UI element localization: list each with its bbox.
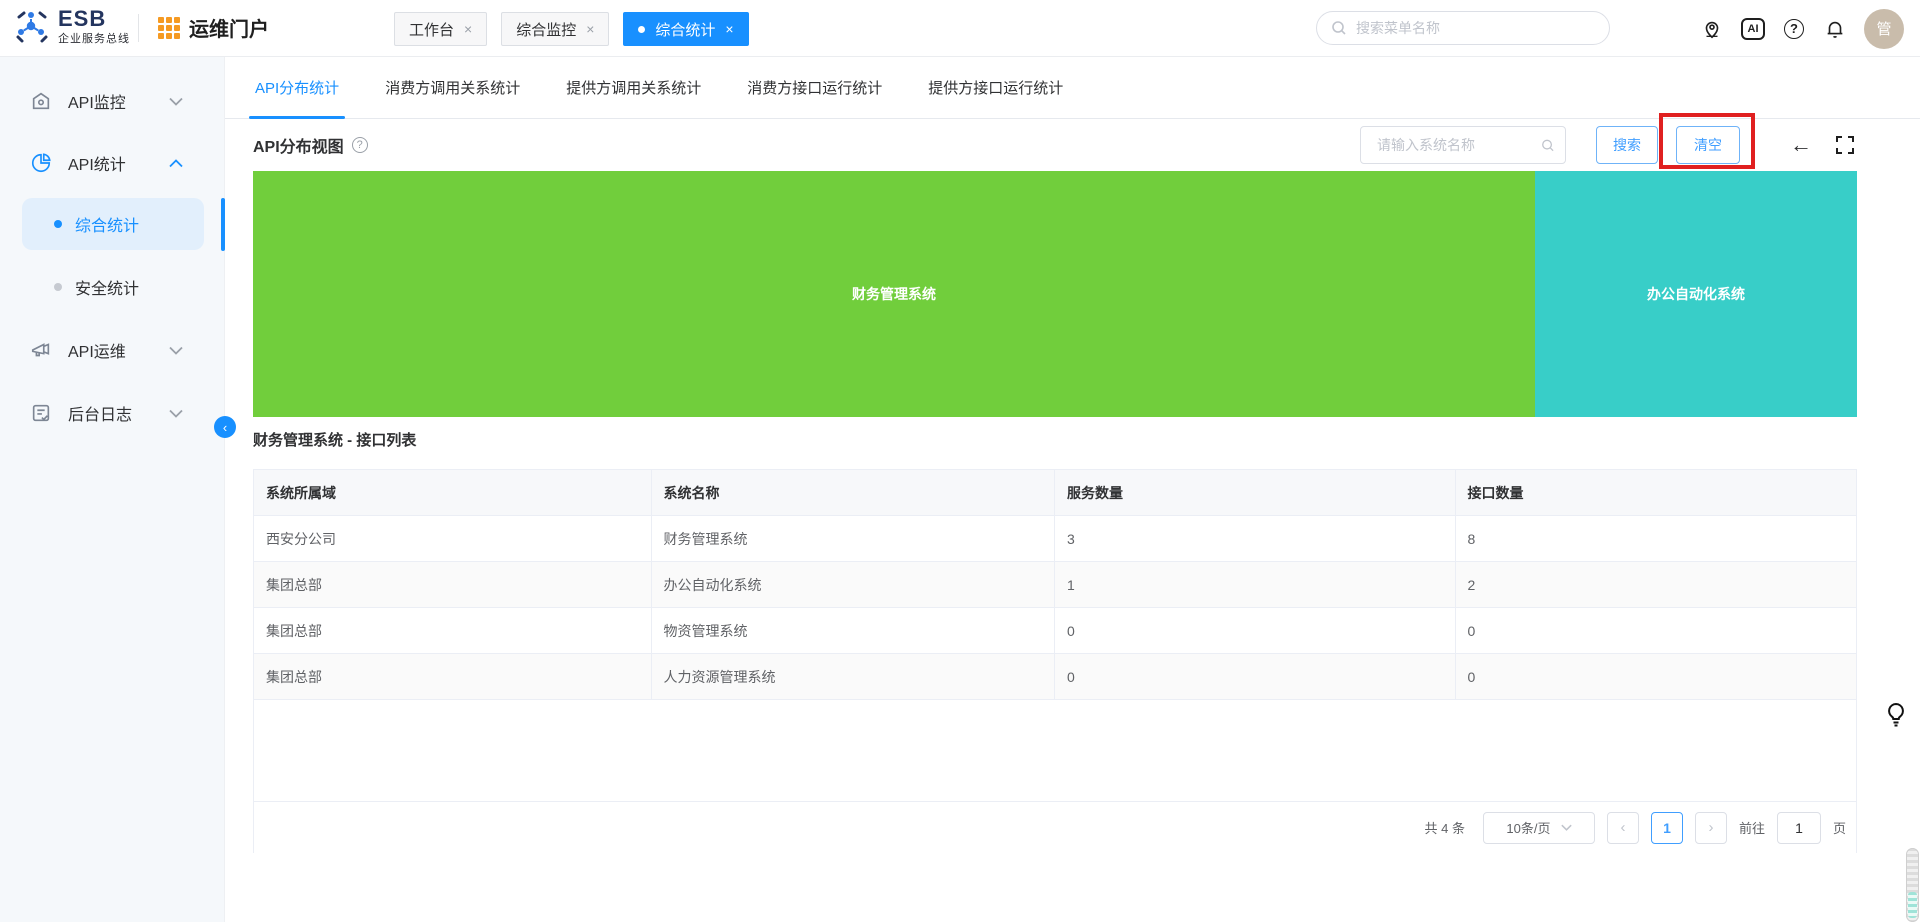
active-dot <box>638 25 646 33</box>
monitor-icon <box>30 90 52 112</box>
table-row[interactable]: 集团总部 物资管理系统 0 0 <box>254 608 1856 654</box>
menu-search-input[interactable] <box>1354 19 1595 37</box>
brand-subtitle: 企业服务总线 <box>58 33 130 45</box>
search-icon <box>1332 21 1346 35</box>
panel-title: API分布视图 ? <box>253 133 368 157</box>
prev-page-button[interactable]: ‹ <box>1606 811 1639 844</box>
tab-consumer-interface-run[interactable]: 消费方接口运行统计 <box>747 57 882 119</box>
sidebar-item-api-statistics[interactable]: API统计 <box>0 141 225 185</box>
log-icon <box>30 402 52 424</box>
main-content: API分布统计 消费方调用关系统计 提供方调用关系统计 消费方接口运行统计 提供… <box>225 57 1920 922</box>
page-unit-label: 页 <box>1832 821 1846 836</box>
lightbulb-icon[interactable] <box>1884 701 1908 729</box>
top-header: ESB 企业服务总线 运维门户 工作台 × 综合监控 × 综合统计 × 搜索菜单… <box>0 0 1920 57</box>
menu-search-box[interactable] <box>1316 11 1610 45</box>
tab-consumer-call-relation[interactable]: 消费方调用关系统计 <box>385 57 520 119</box>
close-icon[interactable]: × <box>586 21 594 37</box>
goto-label: 前往 <box>1738 821 1765 836</box>
panel-header: API分布视图 ? 搜索 清空 ← <box>225 113 1920 171</box>
active-dot <box>54 220 62 228</box>
avatar[interactable]: 管 <box>1864 8 1904 49</box>
page-number-button[interactable]: 1 <box>1650 811 1683 844</box>
header-action-icons: AI ? 管 <box>1700 0 1904 57</box>
header-divider <box>138 14 139 42</box>
table-row[interactable]: 集团总部 人力资源管理系统 0 0 <box>254 654 1856 700</box>
brand-name: ESB <box>58 6 107 31</box>
sidebar-item-backend-logs[interactable]: 后台日志 <box>0 391 225 435</box>
table-empty-area <box>254 700 1856 802</box>
tab-provider-interface-run[interactable]: 提供方接口运行统计 <box>928 57 1063 119</box>
help-icon[interactable]: ? <box>1782 17 1806 41</box>
pie-icon <box>30 152 52 174</box>
column-header-interface-count: 接口数量 <box>1467 484 1524 501</box>
ops-icon <box>30 339 52 361</box>
treemap-block-office-automation[interactable]: 办公自动化系统 <box>1535 171 1857 417</box>
back-arrow-icon[interactable]: ← <box>1787 131 1815 159</box>
statistics-tabs: API分布统计 消费方调用关系统计 提供方调用关系统计 消费方接口运行统计 提供… <box>225 57 1920 119</box>
pagination-total: 共 4 条 <box>1424 821 1465 836</box>
chevron-down-icon <box>169 97 183 106</box>
column-header-system-name: 系统名称 <box>652 470 1055 515</box>
sidebar-item-api-ops[interactable]: API运维 <box>0 328 225 372</box>
window-tab-monitoring[interactable]: 综合监控 × <box>501 12 610 46</box>
esb-network-icon <box>14 9 50 45</box>
close-icon[interactable]: × <box>725 21 733 37</box>
system-name-search-box[interactable] <box>1360 126 1566 164</box>
fullscreen-icon[interactable] <box>1833 133 1857 157</box>
close-icon[interactable]: × <box>464 21 472 37</box>
search-button[interactable]: 搜索 <box>1596 126 1658 164</box>
goto-page-input[interactable] <box>1776 811 1821 844</box>
table-header-row: 系统所属域 系统名称 服务数量 接口数量 <box>254 470 1856 516</box>
chevron-down-icon <box>169 346 183 355</box>
pagination-bar: 共 4 条 10条/页 ‹ 1 › 前往 页 <box>254 802 1856 853</box>
tab-provider-call-relation[interactable]: 提供方调用关系统计 <box>566 57 701 119</box>
treemap-block-finance[interactable]: 财务管理系统 <box>253 171 1535 417</box>
sidebar-collapse-button[interactable]: ‹ <box>214 416 236 438</box>
page-size-select[interactable]: 10条/页 <box>1482 811 1595 844</box>
screen: ESB 企业服务总线 运维门户 工作台 × 综合监控 × 综合统计 × 搜索菜单… <box>0 0 1920 922</box>
chevron-up-icon <box>169 158 183 168</box>
interface-table: 系统所属域 系统名称 服务数量 接口数量 西安分公司 财务管理系统 3 8 集团… <box>253 469 1857 853</box>
inactive-dot <box>54 283 62 291</box>
location-icon[interactable] <box>1700 17 1724 41</box>
clear-button[interactable]: 清空 <box>1676 126 1740 164</box>
interface-list-title: 财务管理系统 - 接口列表 <box>253 432 417 449</box>
sidebar: API监控 API统计 综合统计 安全统计 API运维 后台日志 <box>0 57 225 922</box>
sidebar-item-api-monitor[interactable]: API监控 <box>0 79 225 123</box>
window-tab-workbench[interactable]: 工作台 × <box>394 12 488 46</box>
portal-title: 运维门户 <box>189 19 269 41</box>
bell-icon[interactable] <box>1823 17 1847 41</box>
search-icon <box>1542 139 1554 151</box>
page-scrollbar-thumb[interactable] <box>1906 848 1919 922</box>
column-header-domain: 系统所属域 <box>254 470 652 515</box>
table-row[interactable]: 西安分公司 财务管理系统 3 8 <box>254 516 1856 562</box>
window-tabs: 工作台 × 综合监控 × 综合统计 × <box>394 12 749 46</box>
window-tab-statistics[interactable]: 综合统计 × <box>623 12 749 46</box>
next-page-button[interactable]: › <box>1694 811 1727 844</box>
portal-grid-icon <box>158 16 180 39</box>
tab-api-distribution[interactable]: API分布统计 <box>248 57 346 119</box>
api-distribution-treemap: 财务管理系统 办公自动化系统 <box>253 171 1857 417</box>
table-row[interactable]: 集团总部 办公自动化系统 1 2 <box>254 562 1856 608</box>
column-header-service-count: 服务数量 <box>1055 470 1456 515</box>
sidebar-subitem-comprehensive-stats[interactable]: 综合统计 <box>22 198 204 250</box>
ai-icon[interactable]: AI <box>1741 17 1765 41</box>
portal-title-block: 运维门户 <box>158 13 269 42</box>
system-name-input[interactable] <box>1375 136 1542 154</box>
help-icon[interactable]: ? <box>351 137 368 153</box>
sidebar-subitem-security-stats[interactable]: 安全统计 <box>22 261 204 313</box>
chevron-down-icon <box>169 409 183 418</box>
brand-logo: ESB 企业服务总线 <box>14 8 130 46</box>
chevron-down-icon <box>1560 824 1572 831</box>
